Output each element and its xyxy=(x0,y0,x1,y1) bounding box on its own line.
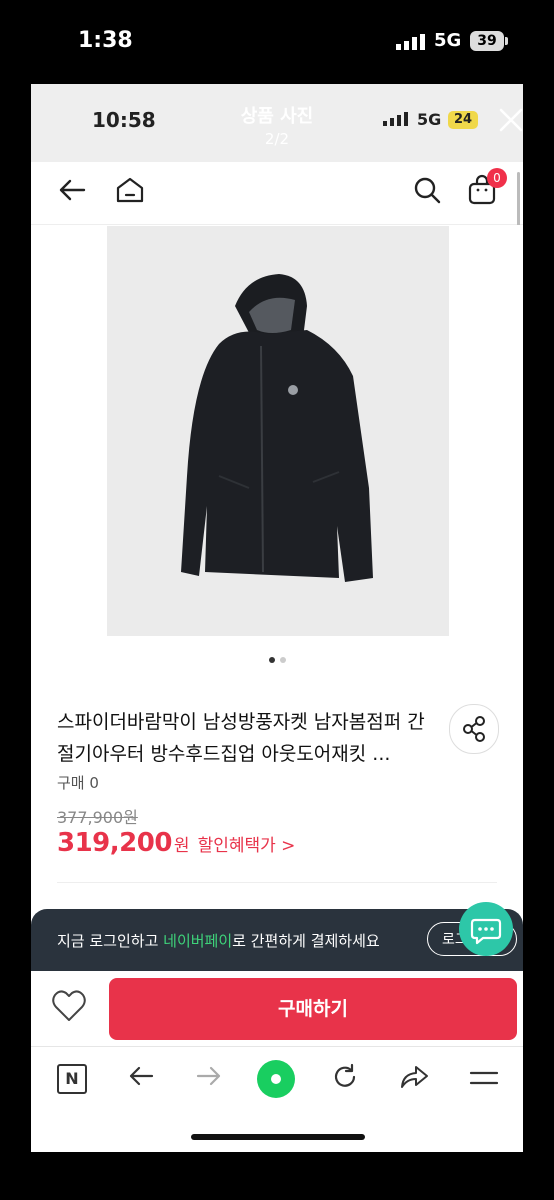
gallery-dot[interactable] xyxy=(280,657,286,663)
forward-arrow-icon[interactable] xyxy=(195,1064,223,1088)
home-indicator[interactable] xyxy=(191,1134,365,1140)
login-text-before: 지금 로그인하고 xyxy=(57,932,164,950)
gallery-dot-active[interactable] xyxy=(269,657,275,663)
login-text-after: 로 간편하게 결제하세요 xyxy=(232,932,380,950)
original-price: 377,900원 xyxy=(57,808,138,827)
divider xyxy=(57,882,497,883)
signal-icon xyxy=(383,112,408,126)
home-icon[interactable] xyxy=(115,176,145,204)
back-arrow-icon[interactable] xyxy=(57,178,87,202)
share-button[interactable] xyxy=(449,704,499,754)
chat-icon xyxy=(470,918,502,945)
shop-nav-bar xyxy=(31,162,523,225)
heart-icon[interactable] xyxy=(51,989,87,1023)
chat-button[interactable] xyxy=(459,902,513,956)
signal-icon xyxy=(396,34,425,50)
discount-benefit-link[interactable]: 할인혜택가 > xyxy=(198,836,296,856)
buy-button[interactable]: 구매하기 xyxy=(109,978,517,1040)
close-icon[interactable] xyxy=(497,106,523,134)
screenshot-panel: 10:58 상품 사진 2/2 5G 24 0 스파이더바람막이 남성방풍자켓 … xyxy=(31,84,523,1152)
inner-network-label: 5G xyxy=(417,110,442,129)
cart-count-badge: 0 xyxy=(487,168,507,188)
viewer-counter: 2/2 xyxy=(264,130,290,148)
reload-icon[interactable] xyxy=(331,1063,359,1091)
browser-share-icon[interactable] xyxy=(399,1064,429,1090)
sale-price-row: 319,200 원 할인혜택가 > xyxy=(57,828,295,864)
sale-price-unit: 원 xyxy=(173,836,190,856)
outer-network-label: 5G xyxy=(434,30,462,51)
menu-icon[interactable] xyxy=(469,1068,499,1088)
product-photo[interactable] xyxy=(107,226,449,636)
naver-home-dot xyxy=(271,1074,281,1084)
sale-price: 319,200 xyxy=(57,828,172,858)
inner-battery-badge: 24 xyxy=(448,111,478,129)
browser-back-icon[interactable] xyxy=(127,1064,155,1088)
naver-n-button[interactable]: N xyxy=(57,1064,87,1094)
naver-pay-highlight: 네이버페이 xyxy=(163,932,233,950)
purchase-count: 구매 0 xyxy=(57,774,99,792)
battery-cap xyxy=(505,37,508,45)
outer-battery-badge: 39 xyxy=(470,31,504,51)
share-icon xyxy=(463,716,485,742)
outer-status-time: 1:38 xyxy=(78,28,133,53)
product-title: 스파이더바람막이 남성방풍자켓 남자봄점퍼 간절기아우터 방수후드집업 아웃도어… xyxy=(57,711,425,765)
jacket-image xyxy=(181,274,373,582)
login-banner-text: 지금 로그인하고 네이버페이로 간편하게 결제하세요 xyxy=(57,930,380,951)
search-icon[interactable] xyxy=(413,176,441,204)
